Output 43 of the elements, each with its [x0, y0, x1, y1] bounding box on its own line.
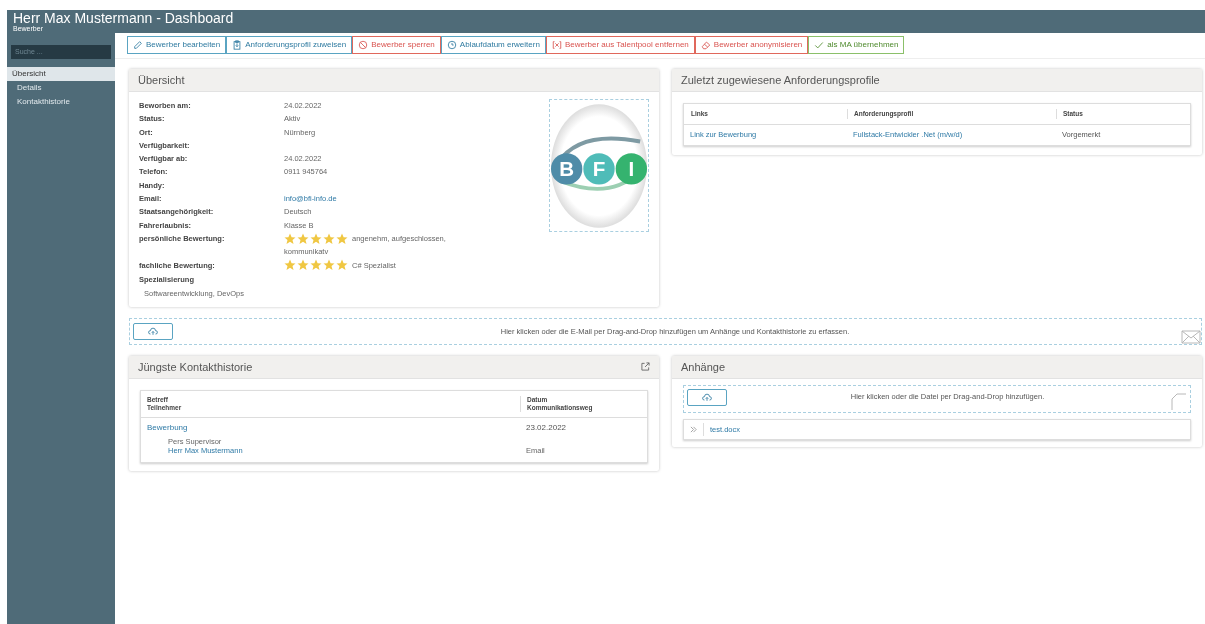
- file-icon: [1171, 392, 1187, 411]
- toolbar-button[interactable]: als MA übernehmen: [808, 36, 905, 54]
- ban-icon: [358, 40, 369, 50]
- star-icon: [284, 259, 296, 272]
- toolbar-button[interactable]: Anforderungsprofil zuweisen: [226, 36, 353, 54]
- table-cell-text: 23.02.2022: [526, 421, 568, 434]
- panel-title: Übersicht: [138, 72, 185, 88]
- panel-title: Zuletzt zugewiesene Anforderungsprofile: [681, 72, 880, 88]
- star-icon: [336, 259, 348, 272]
- star-icon: [336, 232, 348, 245]
- star-icon: [284, 232, 296, 245]
- close-icon: [551, 40, 562, 50]
- toolbar-button[interactable]: Bewerber anonymisieren: [694, 36, 809, 54]
- check-icon: [814, 40, 825, 50]
- panel-title: Anhänge: [681, 359, 726, 375]
- star-icon: [297, 259, 309, 272]
- star-icon: [297, 232, 309, 245]
- star-icon: [310, 232, 322, 245]
- cloud-upload-icon: [702, 392, 712, 402]
- upload-button[interactable]: [133, 322, 173, 340]
- clipboard-icon: [232, 40, 243, 50]
- pencil-icon: [133, 40, 143, 50]
- sidebar-item[interactable]: Details: [7, 81, 115, 95]
- star-icon: [310, 259, 322, 272]
- toolbar-button[interactable]: Bewerber sperren: [352, 36, 441, 54]
- toolbar-button[interactable]: Bewerber aus Talentpool entfernen: [545, 36, 695, 54]
- panel-title: Jüngste Kontakthistorie: [138, 359, 253, 375]
- star-icon: [323, 259, 335, 272]
- external-link-icon[interactable]: [641, 362, 650, 372]
- cloud-upload-icon: [148, 326, 158, 336]
- star-icon: [323, 232, 335, 245]
- toolbar-button[interactable]: Ablaufdatum erweitern: [440, 36, 546, 54]
- toolbar-button[interactable]: Bewerber bearbeiten: [127, 36, 227, 54]
- clock-icon: [446, 40, 457, 50]
- sidebar-item[interactable]: Kontakthistorie: [7, 95, 115, 109]
- window-title: Herr Max Mustermann - Dashboard: [13, 10, 235, 25]
- eraser-icon: [700, 40, 711, 50]
- sidebar-item[interactable]: Übersicht: [7, 67, 115, 81]
- upload-button[interactable]: [687, 388, 727, 406]
- logo: B F I: [550, 101, 648, 230]
- subject-link[interactable]: Bewerbung: [147, 421, 514, 434]
- chevron-double-right-icon[interactable]: [690, 425, 697, 433]
- envelope-icon: [1181, 329, 1201, 344]
